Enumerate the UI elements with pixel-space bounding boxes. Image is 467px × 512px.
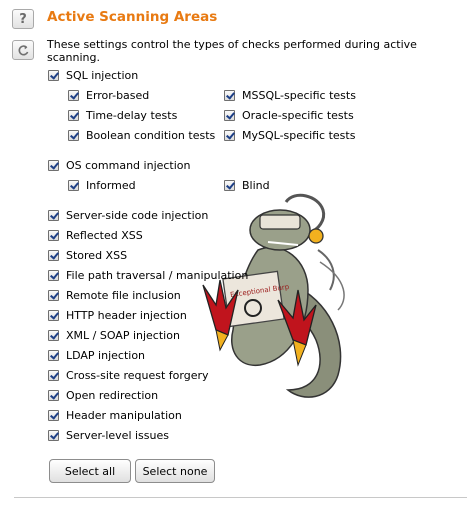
select-all-button[interactable]: Select all — [49, 459, 131, 483]
ldap-injection-checkbox[interactable]: LDAP injection — [48, 348, 145, 362]
remote-file-inclusion-label: Remote file inclusion — [66, 288, 181, 302]
section-divider — [14, 497, 467, 498]
sql-injection-checkbox[interactable]: SQL injection — [48, 68, 138, 82]
checkbox-checked[interactable] — [48, 349, 59, 361]
mysql-label: MySQL-specific tests — [242, 128, 356, 142]
refresh-icon — [18, 44, 28, 55]
checkbox-checked[interactable] — [48, 309, 59, 321]
os-command-label: OS command injection — [66, 158, 191, 172]
server-level-issues-label: Server-level issues — [66, 428, 169, 442]
mysql-checkbox[interactable]: MySQL-specific tests — [224, 128, 355, 142]
header-manipulation-checkbox[interactable]: Header manipulation — [48, 408, 182, 422]
section-description: These settings control the types of chec… — [47, 38, 417, 64]
csrf-checkbox[interactable]: Cross-site request forgery — [48, 368, 209, 382]
file-path-traversal-label: File path traversal / manipulation — [66, 268, 249, 282]
checkbox-checked[interactable] — [48, 369, 59, 381]
sql-injection-label: SQL injection — [66, 68, 139, 82]
os-command-checkbox[interactable]: OS command injection — [48, 158, 191, 172]
mssql-label: MSSQL-specific tests — [242, 88, 356, 102]
http-header-injection-checkbox[interactable]: HTTP header injection — [48, 308, 187, 322]
csrf-label: Cross-site request forgery — [66, 368, 209, 382]
header-manipulation-label: Header manipulation — [66, 408, 182, 422]
boolean-condition-checkbox[interactable]: Boolean condition tests — [68, 128, 215, 142]
checkbox-checked[interactable] — [48, 389, 59, 401]
help-button[interactable]: ? — [12, 9, 34, 29]
refresh-button[interactable] — [12, 40, 34, 60]
select-none-button[interactable]: Select none — [135, 459, 215, 483]
question-icon: ? — [19, 11, 27, 27]
checkbox-checked[interactable] — [48, 209, 59, 221]
checkbox-checked[interactable] — [48, 249, 59, 261]
checkbox-checked[interactable] — [224, 109, 235, 121]
checkbox-checked[interactable] — [68, 89, 79, 101]
reflected-xss-label: Reflected XSS — [66, 228, 143, 242]
informed-checkbox[interactable]: Informed — [68, 178, 136, 192]
stored-xss-label: Stored XSS — [66, 248, 128, 262]
burp-mascot-illustration: Exceptional Burp — [202, 193, 345, 398]
time-delay-checkbox[interactable]: Time-delay tests — [68, 108, 177, 122]
checkbox-checked[interactable] — [68, 179, 79, 191]
checkbox-checked[interactable] — [224, 129, 235, 141]
checkbox-checked[interactable] — [224, 179, 235, 191]
checkbox-checked[interactable] — [48, 409, 59, 421]
checkbox-checked[interactable] — [68, 109, 79, 121]
ldap-injection-label: LDAP injection — [66, 348, 146, 362]
file-path-traversal-checkbox[interactable]: File path traversal / manipulation — [48, 268, 248, 282]
checkbox-checked[interactable] — [48, 69, 59, 81]
reflected-xss-checkbox[interactable]: Reflected XSS — [48, 228, 143, 242]
checkbox-checked[interactable] — [224, 89, 235, 101]
boolean-condition-label: Boolean condition tests — [86, 128, 216, 142]
remote-file-inclusion-checkbox[interactable]: Remote file inclusion — [48, 288, 181, 302]
checkbox-checked[interactable] — [48, 289, 59, 301]
page-title: Active Scanning Areas — [47, 9, 218, 25]
xml-soap-injection-checkbox[interactable]: XML / SOAP injection — [48, 328, 180, 342]
checkbox-checked[interactable] — [48, 159, 59, 171]
server-level-issues-checkbox[interactable]: Server-level issues — [48, 428, 169, 442]
server-side-injection-label: Server-side code injection — [66, 208, 209, 222]
stored-xss-checkbox[interactable]: Stored XSS — [48, 248, 127, 262]
open-redirection-label: Open redirection — [66, 388, 159, 402]
checkbox-checked[interactable] — [48, 429, 59, 441]
xml-soap-injection-label: XML / SOAP injection — [66, 328, 180, 342]
error-based-checkbox[interactable]: Error-based — [68, 88, 149, 102]
mssql-checkbox[interactable]: MSSQL-specific tests — [224, 88, 356, 102]
informed-label: Informed — [86, 178, 136, 192]
time-delay-label: Time-delay tests — [86, 108, 178, 122]
oracle-label: Oracle-specific tests — [242, 108, 354, 122]
checkbox-checked[interactable] — [48, 269, 59, 281]
error-based-label: Error-based — [86, 88, 150, 102]
checkbox-checked[interactable] — [48, 329, 59, 341]
checkbox-checked[interactable] — [68, 129, 79, 141]
http-header-injection-label: HTTP header injection — [66, 308, 187, 322]
open-redirection-checkbox[interactable]: Open redirection — [48, 388, 158, 402]
oracle-checkbox[interactable]: Oracle-specific tests — [224, 108, 354, 122]
server-side-injection-checkbox[interactable]: Server-side code injection — [48, 208, 208, 222]
checkbox-checked[interactable] — [48, 229, 59, 241]
